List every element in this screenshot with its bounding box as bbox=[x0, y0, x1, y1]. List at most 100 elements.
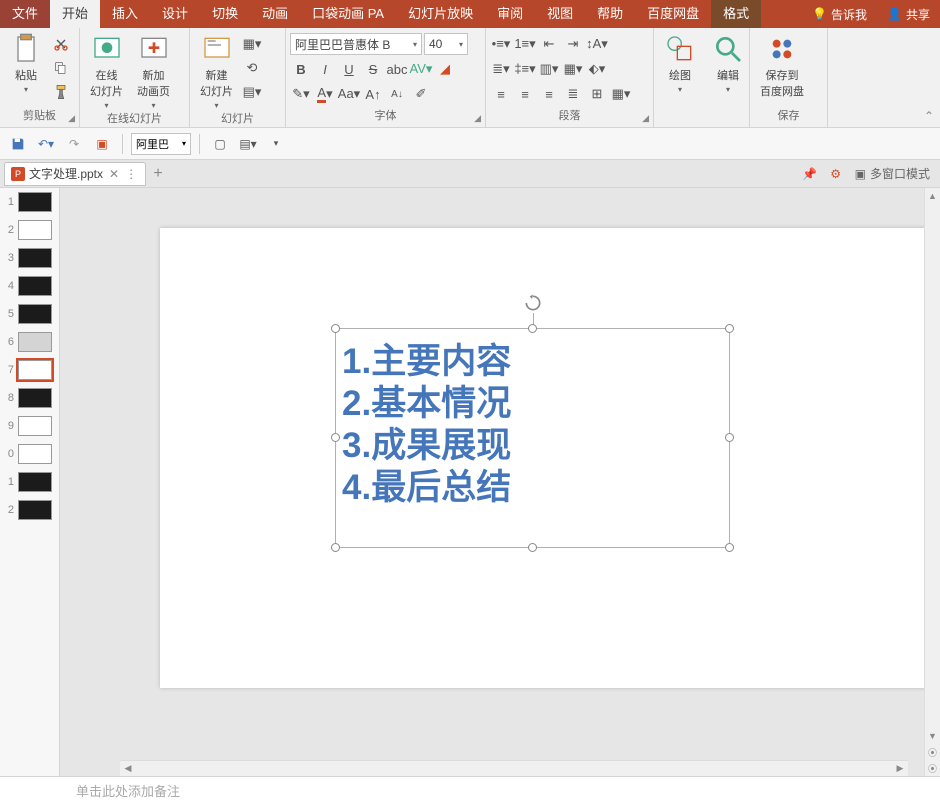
undo-button[interactable]: ↶▾ bbox=[34, 132, 58, 156]
distribute-button[interactable]: ⊞ bbox=[586, 83, 608, 105]
resize-handle-ne[interactable] bbox=[725, 324, 734, 333]
font-name-select[interactable]: 阿里巴巴普惠体 B▾ bbox=[290, 33, 422, 55]
scroll-right-button[interactable]: ▶ bbox=[892, 761, 908, 776]
tab-slideshow[interactable]: 幻灯片放映 bbox=[396, 0, 485, 28]
save-baidu-button[interactable]: 保存到 百度网盘 bbox=[754, 31, 810, 101]
slide[interactable]: 1.主要内容 2.基本情况 3.成果展现 4.最后总结 bbox=[160, 228, 924, 688]
shrink-font-button[interactable]: A↓ bbox=[386, 83, 408, 105]
scroll-left-button[interactable]: ◀ bbox=[120, 761, 136, 776]
redo-button[interactable]: ↷ bbox=[62, 132, 86, 156]
next-slide-button[interactable]: ⦿ bbox=[925, 760, 940, 776]
resize-handle-e[interactable] bbox=[725, 433, 734, 442]
qat-btn-b[interactable]: ▤▾ bbox=[236, 132, 260, 156]
layout-button[interactable]: ▦▾ bbox=[241, 33, 263, 55]
share-button[interactable]: 👤共享 bbox=[877, 0, 940, 28]
dialog-launcher-icon[interactable]: ◢ bbox=[642, 111, 649, 125]
slideshow-start-button[interactable]: ▣ bbox=[90, 132, 114, 156]
char-spacing-button[interactable]: AV▾ bbox=[410, 58, 432, 80]
align-v-button[interactable]: ≣▾ bbox=[490, 58, 512, 80]
cut-button[interactable] bbox=[50, 33, 72, 55]
change-case-button[interactable]: Aa▾ bbox=[338, 83, 360, 105]
align-left-button[interactable]: ≡ bbox=[490, 83, 512, 105]
align-text-button[interactable]: ▦▾ bbox=[562, 58, 584, 80]
qat-font-select[interactable]: 阿里巴▾ bbox=[131, 133, 191, 155]
slide-thumbnail[interactable]: 1 bbox=[0, 468, 59, 496]
copy-button[interactable] bbox=[50, 57, 72, 79]
highlight-button[interactable]: ✎▾ bbox=[290, 83, 312, 105]
resize-handle-nw[interactable] bbox=[331, 324, 340, 333]
slide-thumbnail[interactable]: 5 bbox=[0, 300, 59, 328]
tab-view[interactable]: 视图 bbox=[535, 0, 585, 28]
shadow-button[interactable]: abc bbox=[386, 58, 408, 80]
tab-transition[interactable]: 切换 bbox=[200, 0, 250, 28]
indent-dec-button[interactable]: ⇤ bbox=[538, 33, 560, 55]
prev-slide-button[interactable]: ⦿ bbox=[925, 744, 940, 760]
slide-thumbnail[interactable]: 8 bbox=[0, 384, 59, 412]
tab-design[interactable]: 设计 bbox=[150, 0, 200, 28]
tab-format[interactable]: 格式 bbox=[711, 0, 761, 28]
edit-button[interactable]: 编辑▾ bbox=[706, 31, 750, 96]
horizontal-scrollbar[interactable]: ◀ ▶ bbox=[120, 760, 908, 776]
slide-thumbnail[interactable]: 2 bbox=[0, 216, 59, 244]
italic-button[interactable]: I bbox=[314, 58, 336, 80]
gear-icon[interactable]: ⚙ bbox=[823, 162, 849, 186]
clear-format-button[interactable]: ◢ bbox=[434, 58, 456, 80]
multi-window-button[interactable]: ▣多窗口模式 bbox=[849, 165, 936, 182]
text-box[interactable]: 1.主要内容 2.基本情况 3.成果展现 4.最后总结 bbox=[335, 328, 730, 548]
vertical-scrollbar[interactable]: ▲ ▼ ⦿ ⦿ bbox=[924, 188, 940, 776]
pin-icon[interactable]: 📌 bbox=[797, 162, 823, 186]
font-size-select[interactable]: 40▾ bbox=[424, 33, 468, 55]
eraser-button[interactable]: ✐ bbox=[410, 83, 432, 105]
tab-baidu[interactable]: 百度网盘 bbox=[635, 0, 711, 28]
align-center-button[interactable]: ≡ bbox=[514, 83, 536, 105]
text-content[interactable]: 1.主要内容 2.基本情况 3.成果展现 4.最后总结 bbox=[336, 329, 729, 521]
slide-thumbnail[interactable]: 3 bbox=[0, 244, 59, 272]
line-spacing-button[interactable]: ‡≡▾ bbox=[514, 58, 536, 80]
collapse-ribbon-button[interactable]: ⌃ bbox=[924, 109, 934, 123]
section-button[interactable]: ▤▾ bbox=[241, 81, 263, 103]
indent-inc-button[interactable]: ⇥ bbox=[562, 33, 584, 55]
align-more-button[interactable]: ▦▾ bbox=[610, 83, 632, 105]
draw-button[interactable]: 绘图▾ bbox=[658, 31, 702, 96]
qat-btn-a[interactable]: ▢ bbox=[208, 132, 232, 156]
tab-animation[interactable]: 动画 bbox=[250, 0, 300, 28]
smartart-button[interactable]: ⬖▾ bbox=[586, 58, 608, 80]
slide-thumbnail[interactable]: 9 bbox=[0, 412, 59, 440]
slide-canvas[interactable]: 1.主要内容 2.基本情况 3.成果展现 4.最后总结 ◀ ▶ bbox=[60, 188, 924, 776]
notes-pane[interactable]: 单击此处添加备注 bbox=[0, 776, 940, 804]
resize-handle-w[interactable] bbox=[331, 433, 340, 442]
tab-help[interactable]: 帮助 bbox=[585, 0, 635, 28]
resize-handle-se[interactable] bbox=[725, 543, 734, 552]
resize-handle-sw[interactable] bbox=[331, 543, 340, 552]
document-tab[interactable]: P 文字处理.pptx ✕ ⋮ bbox=[4, 162, 146, 186]
slide-thumbnail[interactable]: 4 bbox=[0, 272, 59, 300]
tab-pocket-anim[interactable]: 口袋动画 PA bbox=[300, 0, 396, 28]
add-tab-button[interactable]: + bbox=[146, 162, 170, 186]
reset-button[interactable]: ⟲ bbox=[241, 57, 263, 79]
add-anim-page-button[interactable]: 新加 动画页▾ bbox=[131, 31, 176, 112]
dialog-launcher-icon[interactable]: ◢ bbox=[474, 111, 481, 125]
rotate-handle[interactable] bbox=[523, 293, 543, 313]
justify-button[interactable]: ≣ bbox=[562, 83, 584, 105]
tab-more-button[interactable]: ⋮ bbox=[123, 167, 139, 181]
new-slide-button[interactable]: 新建 幻灯片▾ bbox=[194, 31, 239, 112]
tab-file[interactable]: 文件 bbox=[0, 0, 50, 28]
close-tab-button[interactable]: ✕ bbox=[109, 167, 119, 181]
scroll-up-button[interactable]: ▲ bbox=[925, 188, 940, 204]
slide-thumbnail[interactable]: 2 bbox=[0, 496, 59, 524]
columns-button[interactable]: ▥▾ bbox=[538, 58, 560, 80]
font-color-button[interactable]: A▾ bbox=[314, 83, 336, 105]
tab-home[interactable]: 开始 bbox=[50, 0, 100, 28]
online-slide-button[interactable]: 在线 幻灯片▾ bbox=[84, 31, 129, 112]
resize-handle-n[interactable] bbox=[528, 324, 537, 333]
dialog-launcher-icon[interactable]: ◢ bbox=[68, 111, 75, 125]
tellme-button[interactable]: 💡告诉我 bbox=[802, 0, 877, 28]
bullets-button[interactable]: •≡▾ bbox=[490, 33, 512, 55]
text-direction-button[interactable]: ↕A▾ bbox=[586, 33, 608, 55]
slide-thumbnail[interactable]: 0 bbox=[0, 440, 59, 468]
qat-more-button[interactable]: ▾ bbox=[264, 132, 288, 156]
underline-button[interactable]: U bbox=[338, 58, 360, 80]
bold-button[interactable]: B bbox=[290, 58, 312, 80]
tab-review[interactable]: 审阅 bbox=[485, 0, 535, 28]
slide-thumbnail[interactable]: 6 bbox=[0, 328, 59, 356]
